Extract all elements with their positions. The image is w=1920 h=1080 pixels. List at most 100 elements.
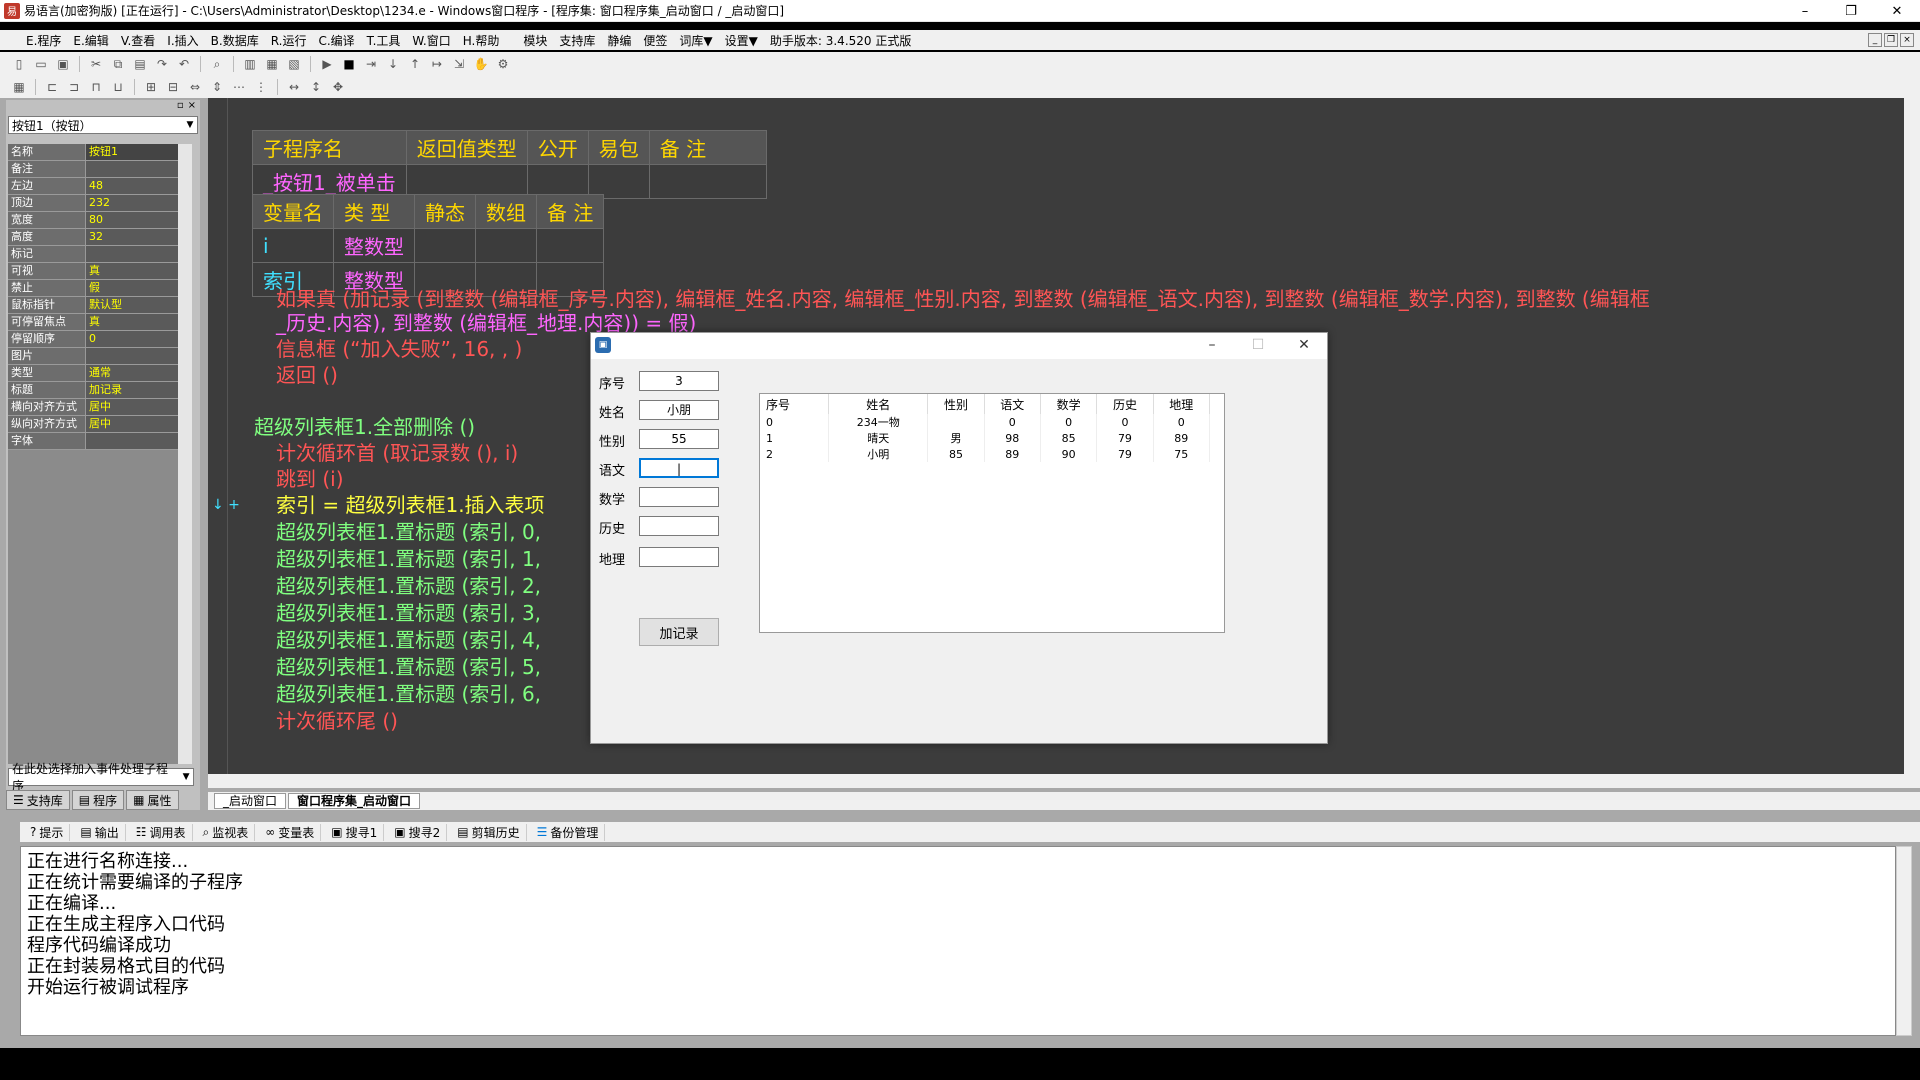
property-row[interactable]: 备注 — [8, 161, 188, 178]
column-header[interactable]: 历史 — [1096, 394, 1154, 414]
property-value[interactable]: 32 — [86, 229, 188, 245]
history-field[interactable] — [639, 516, 719, 536]
align-top-icon[interactable]: ⊓ — [87, 78, 105, 96]
space-v-icon[interactable]: ⋮ — [252, 78, 270, 96]
dialog-minimize-button[interactable]: – — [1189, 333, 1235, 357]
code-line-set-title[interactable]: 超级列表框1.置标题 (索引, 5, — [276, 654, 541, 680]
menu-program[interactable]: E.程序 — [0, 32, 67, 49]
mdi-close-button[interactable]: × — [1900, 33, 1914, 47]
property-row[interactable]: 左边 48 — [8, 178, 188, 195]
property-value[interactable] — [86, 246, 188, 262]
dialog-maximize-button[interactable]: ☐ — [1235, 333, 1281, 357]
property-row[interactable]: 停留顺序 0 — [8, 331, 188, 348]
menu-window[interactable]: W.窗口 — [406, 32, 456, 49]
mdi-minimize-button[interactable]: _ — [1868, 33, 1882, 47]
panel-pin-icon[interactable]: ▫ — [177, 100, 184, 114]
menu-support-lib[interactable]: 支持库 — [553, 32, 601, 49]
property-row[interactable]: 鼠标指针 默认型 — [8, 297, 188, 314]
code-line-set-title[interactable]: 超级列表框1.置标题 (索引, 6, — [276, 681, 541, 707]
tab-support-lib[interactable]: ☰ 支持库 — [6, 790, 70, 810]
property-value[interactable]: 232 — [86, 195, 188, 211]
property-row[interactable]: 标题 加记录 — [8, 382, 188, 399]
column-header[interactable]: 语文 — [984, 394, 1041, 414]
layout-3-icon[interactable]: ▧ — [285, 55, 303, 73]
new-file-icon[interactable]: ▯ — [10, 55, 28, 73]
math-field[interactable] — [639, 487, 719, 507]
var-note[interactable] — [535, 228, 605, 263]
property-value[interactable]: 居中 — [86, 399, 188, 415]
id-field[interactable]: 3 — [639, 371, 719, 391]
size-h-icon[interactable]: ↔ — [285, 78, 303, 96]
tab-watch[interactable]: ⌕ 监视表 — [197, 823, 256, 841]
menu-lexicon[interactable]: 词库▼ — [673, 32, 718, 49]
property-row[interactable]: 纵向对齐方式 居中 — [8, 416, 188, 433]
tab-backup[interactable]: ☰ 备份管理 — [531, 823, 606, 841]
table-row[interactable]: 1 晴天 男 98 85 79 89 — [760, 430, 1211, 446]
column-header[interactable]: 姓名 — [828, 394, 929, 414]
menu-module[interactable]: 模块 — [517, 32, 553, 49]
property-value[interactable] — [86, 433, 188, 449]
property-row[interactable]: 标记 — [8, 246, 188, 263]
code-line-loop-start[interactable]: 计次循环首 (取记录数 (), i) — [276, 440, 518, 466]
component-combo[interactable]: 按钮1（按钮） ▼ — [8, 116, 198, 134]
tab-clip-history[interactable]: ▤ 剪辑历史 — [451, 823, 527, 841]
code-line-msgbox[interactable]: 信息框 (“加入失败”, 16, , ) — [276, 336, 522, 362]
mdi-restore-button[interactable]: ❐ — [1884, 33, 1898, 47]
save-icon[interactable]: ▣ — [54, 55, 72, 73]
step-into-icon[interactable]: ↓ — [384, 55, 402, 73]
same-height-icon[interactable]: ⇕ — [208, 78, 226, 96]
size-both-icon[interactable]: ✥ — [329, 78, 347, 96]
property-value[interactable]: 加记录 — [86, 382, 188, 398]
size-v-icon[interactable]: ↕ — [307, 78, 325, 96]
minimize-button[interactable]: – — [1782, 0, 1828, 22]
align-right-icon[interactable]: ⊐ — [65, 78, 83, 96]
property-value[interactable]: 假 — [86, 280, 188, 296]
align-grid-icon[interactable]: ▦ — [10, 78, 28, 96]
code-line-return[interactable]: 返回 () — [276, 362, 338, 388]
align-bottom-icon[interactable]: ⊔ — [109, 78, 127, 96]
var-name[interactable]: i — [252, 228, 334, 263]
editor-horizontal-scrollbar[interactable] — [208, 774, 1920, 788]
hand-icon[interactable]: ✋ — [472, 55, 490, 73]
step-over-icon[interactable]: ↦ — [428, 55, 446, 73]
add-record-button[interactable]: 加记录 — [639, 618, 719, 646]
column-header[interactable]: 序号 — [760, 394, 830, 414]
tab-window-assembly[interactable]: 窗口程序集_启动窗口 — [288, 793, 421, 809]
column-header[interactable]: 数学 — [1040, 394, 1098, 414]
code-line-set-title[interactable]: 超级列表框1.置标题 (索引, 0, — [276, 519, 541, 545]
property-row[interactable]: 名称 按钮1 — [8, 144, 188, 161]
redo-icon[interactable]: ↷ — [153, 55, 171, 73]
code-line-if[interactable]: 如果真 (加记录 (到整数 (编辑框_序号.内容), 编辑框_姓名.内容, 编辑… — [276, 286, 1650, 312]
layout-1-icon[interactable]: ▥ — [241, 55, 259, 73]
align-left-icon[interactable]: ⊏ — [43, 78, 61, 96]
editor-vertical-scrollbar[interactable] — [1904, 98, 1920, 774]
stop-icon[interactable]: ■ — [340, 55, 358, 73]
table-row[interactable]: 0 234一物 0 0 0 0 — [760, 414, 1211, 430]
panel-close-icon[interactable]: × — [188, 100, 196, 114]
property-value[interactable] — [86, 161, 188, 177]
find-icon[interactable]: ⌕ — [208, 55, 226, 73]
tab-program[interactable]: ▤ 程序 — [71, 790, 125, 810]
chinese-field[interactable]: | — [639, 458, 719, 478]
property-row[interactable]: 字体 — [8, 433, 188, 450]
undo-icon[interactable]: ↶ — [175, 55, 193, 73]
tab-variables[interactable]: ∞ 变量表 — [259, 823, 322, 841]
table-row[interactable]: 2 小明 85 89 90 79 75 — [760, 446, 1211, 462]
menu-edit[interactable]: E.编辑 — [67, 32, 114, 49]
center-v-icon[interactable]: ⊟ — [164, 78, 182, 96]
sub-note[interactable] — [648, 164, 768, 199]
tab-output[interactable]: ▤ 输出 — [74, 823, 126, 841]
code-line-set-title[interactable]: 超级列表框1.置标题 (索引, 4, — [276, 627, 541, 653]
property-value[interactable]: 48 — [86, 178, 188, 194]
menu-database[interactable]: B.数据库 — [205, 32, 265, 49]
geography-field[interactable] — [639, 547, 719, 567]
open-folder-icon[interactable]: ▭ — [32, 55, 50, 73]
code-line-set-title[interactable]: 超级列表框1.置标题 (索引, 2, — [276, 573, 541, 599]
paste-icon[interactable]: ▤ — [131, 55, 149, 73]
same-width-icon[interactable]: ⇔ — [186, 78, 204, 96]
tab-search1[interactable]: ▣ 搜寻1 — [325, 823, 385, 841]
property-value[interactable] — [86, 348, 188, 364]
property-value[interactable]: 0 — [86, 331, 188, 347]
event-combo[interactable]: 在此处选择加入事件处理子程序 ▼ — [8, 762, 194, 793]
property-scrollbar[interactable] — [178, 144, 192, 764]
